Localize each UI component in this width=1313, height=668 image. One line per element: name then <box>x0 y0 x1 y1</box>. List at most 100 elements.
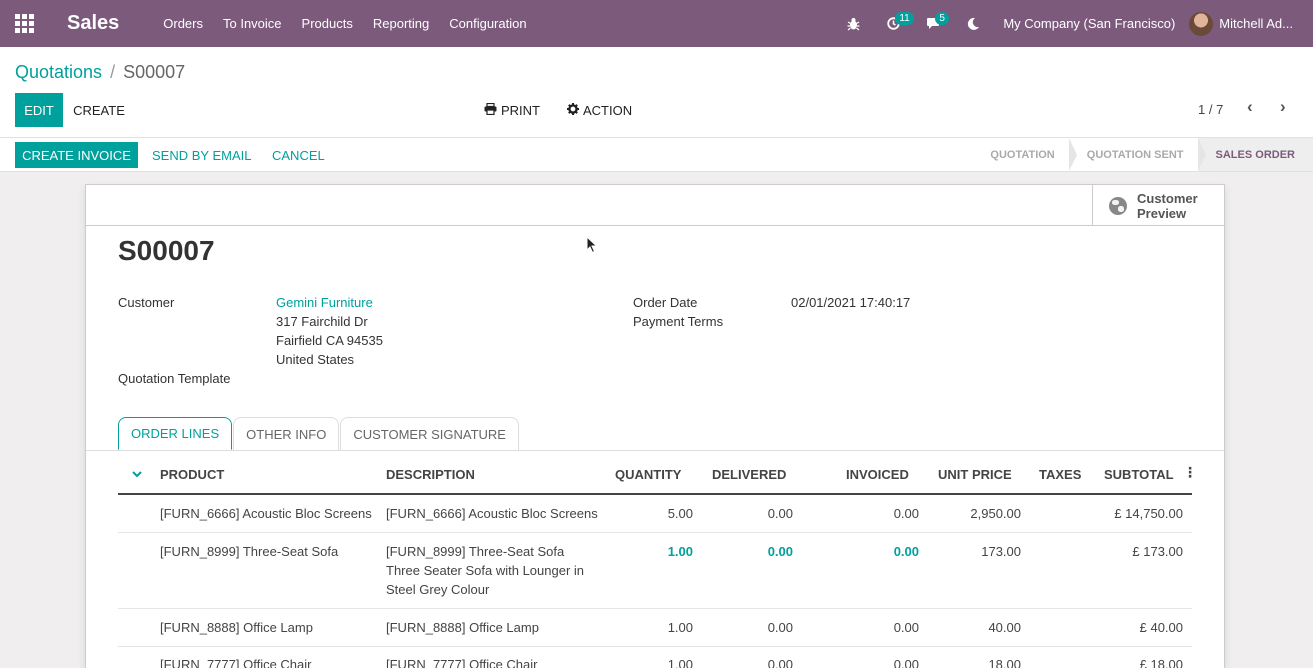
row-3-invoiced[interactable]: 0.00 <box>842 618 919 637</box>
row-2-description-line-3[interactable]: Steel Grey Colour <box>386 580 489 599</box>
control-panel: Quotations / S00007 EDIT CREATE PRINT ACTI… <box>0 47 1313 138</box>
edit-button[interactable]: EDIT <box>15 93 63 127</box>
row-3-quantity[interactable]: 1.00 <box>616 618 693 637</box>
customer-preview-button[interactable]: Customer Preview <box>1092 185 1224 226</box>
user-menu[interactable]: Mitchell Ad... <box>1189 11 1313 36</box>
row-1-invoiced[interactable]: 0.00 <box>842 504 919 523</box>
row-4-unit-price[interactable]: 18.00 <box>944 655 1021 668</box>
menu-orders[interactable]: Orders <box>153 16 213 31</box>
messaging-chat-icon[interactable]: 5 <box>913 0 953 47</box>
row-1-description[interactable]: [FURN_6666] Acoustic Bloc Screens <box>386 504 598 523</box>
row-1-product[interactable]: [FURN_6666] Acoustic Bloc Screens <box>160 504 372 523</box>
row-1-quantity[interactable]: 5.00 <box>616 504 693 523</box>
row-3-subtotal: £ 40.00 <box>1139 620 1183 635</box>
row-3-unit-price[interactable]: 40.00 <box>944 618 1021 637</box>
customer-link[interactable]: Gemini Furniture <box>276 295 373 310</box>
row-3-delivered[interactable]: 0.00 <box>716 618 793 637</box>
send-by-email-button[interactable]: SEND BY EMAIL <box>152 148 251 163</box>
debug-bug-icon[interactable] <box>833 0 873 47</box>
menu-reporting[interactable]: Reporting <box>363 16 439 31</box>
dark-mode-moon-icon[interactable] <box>953 0 993 47</box>
print-label: PRINT <box>501 102 540 118</box>
printer-icon <box>484 102 497 118</box>
customer-address-country: United States <box>276 352 355 367</box>
row-1-delivered[interactable]: 0.00 <box>716 504 793 523</box>
menu-products[interactable]: Products <box>292 16 363 31</box>
customer-address-street: 317 Fairchild Dr <box>276 314 368 329</box>
header-invoiced[interactable]: INVOICED <box>846 467 909 482</box>
pager-next-chevron-right-icon[interactable]: › <box>1280 97 1286 117</box>
row-1-unit-price[interactable]: 2,950.00 <box>944 504 1021 523</box>
form-sheet: Customer Preview S00007 Customer Gemini … <box>85 184 1225 668</box>
stage-pipeline: QUOTATION QUOTATION SENT SALES ORDER <box>972 138 1313 171</box>
company-switcher[interactable]: My Company (San Francisco) <box>993 16 1189 31</box>
globe-icon <box>1109 196 1127 215</box>
app-name[interactable]: Sales <box>67 12 119 35</box>
order-date-value: 02/01/2021 17:40:17 <box>791 295 911 310</box>
row-4-quantity[interactable]: 1.00 <box>616 655 693 668</box>
menu-configuration[interactable]: Configuration <box>439 16 536 31</box>
gear-icon <box>567 102 579 118</box>
customer-preview-label: Customer Preview <box>1137 190 1198 221</box>
row-3-product[interactable]: [FURN_8888] Office Lamp <box>160 618 313 637</box>
table-header-border <box>118 493 1192 495</box>
row-2-delivered[interactable]: 0.00 <box>716 542 793 561</box>
row-4-subtotal: £ 18.00 <box>1139 657 1183 668</box>
customer-address-city: Fairfield CA 94535 <box>276 333 383 348</box>
row-2-subtotal: £ 173.00 <box>1132 544 1183 559</box>
stage-sales-order[interactable]: SALES ORDER <box>1197 138 1313 171</box>
pager-value[interactable]: 1 / 7 <box>1198 102 1223 117</box>
button-box: Customer Preview <box>86 185 1224 226</box>
row-2-description-line-2[interactable]: Three Seater Sofa with Lounger in <box>386 561 584 580</box>
row-4-delivered[interactable]: 0.00 <box>716 655 793 668</box>
top-navbar: Sales Orders To Invoice Products Reporti… <box>0 0 1313 47</box>
row-2-unit-price[interactable]: 173.00 <box>944 542 1021 561</box>
row-divider <box>118 608 1192 609</box>
action-button[interactable]: ACTION <box>567 93 632 127</box>
header-description[interactable]: DESCRIPTION <box>386 467 475 482</box>
stage-quotation-sent[interactable]: QUOTATION SENT <box>1069 138 1206 171</box>
create-button[interactable]: CREATE <box>63 93 135 127</box>
cancel-button[interactable]: CANCEL <box>272 148 325 163</box>
row-2-quantity[interactable]: 1.00 <box>616 542 693 561</box>
header-delivered[interactable]: DELIVERED <box>712 467 786 482</box>
tab-order-lines[interactable]: ORDER LINES <box>118 417 233 450</box>
breadcrumb-separator: / <box>110 62 116 82</box>
user-avatar <box>1189 11 1214 36</box>
print-button[interactable]: PRINT <box>484 93 540 127</box>
row-2-invoiced[interactable]: 0.00 <box>842 542 919 561</box>
row-2-description-line-1[interactable]: [FURN_8999] Three-Seat Sofa <box>386 542 564 561</box>
row-4-product[interactable]: [FURN_7777] Office Chair <box>160 655 312 668</box>
mouse-cursor-icon <box>586 236 598 254</box>
main-menu: Orders To Invoice Products Reporting Con… <box>153 16 536 31</box>
activity-clock-icon[interactable]: 11 <box>873 0 914 47</box>
payment-terms-label: Payment Terms <box>633 314 724 329</box>
row-2-product[interactable]: [FURN_8999] Three-Seat Sofa <box>160 542 338 561</box>
header-quantity[interactable]: QUANTITY <box>615 467 681 482</box>
breadcrumb: Quotations / S00007 <box>15 62 185 83</box>
user-name: Mitchell Ad... <box>1219 16 1293 31</box>
row-1-subtotal: £ 14,750.00 <box>1114 506 1183 521</box>
row-4-description[interactable]: [FURN_7777] Office Chair <box>386 655 538 668</box>
menu-to-invoice[interactable]: To Invoice <box>213 16 292 31</box>
collapse-chevron-down-icon[interactable] <box>132 466 142 481</box>
header-unit-price[interactable]: UNIT PRICE <box>938 467 1012 482</box>
notebook-tabs: ORDER LINES OTHER INFO CUSTOMER SIGNATUR… <box>118 417 520 451</box>
tab-customer-signature[interactable]: CUSTOMER SIGNATURE <box>340 417 519 450</box>
row-divider <box>118 646 1192 647</box>
create-invoice-button[interactable]: CREATE INVOICE <box>15 142 138 168</box>
breadcrumb-current: S00007 <box>123 62 186 82</box>
customer-label: Customer <box>118 295 175 310</box>
pager-previous-chevron-left-icon[interactable]: ‹ <box>1247 97 1253 117</box>
messages-badge: 5 <box>935 12 949 25</box>
apps-menu-icon[interactable] <box>0 0 48 47</box>
header-subtotal[interactable]: SUBTOTAL <box>1104 467 1174 482</box>
optional-columns-kebab-icon[interactable]: ⋮ <box>1183 464 1197 481</box>
tab-other-info[interactable]: OTHER INFO <box>233 417 340 450</box>
stage-quotation[interactable]: QUOTATION <box>972 138 1078 171</box>
header-product[interactable]: PRODUCT <box>160 467 224 482</box>
breadcrumb-quotations[interactable]: Quotations <box>15 62 102 82</box>
header-taxes[interactable]: TAXES <box>1039 467 1081 482</box>
row-4-invoiced[interactable]: 0.00 <box>842 655 919 668</box>
row-3-description[interactable]: [FURN_8888] Office Lamp <box>386 618 539 637</box>
